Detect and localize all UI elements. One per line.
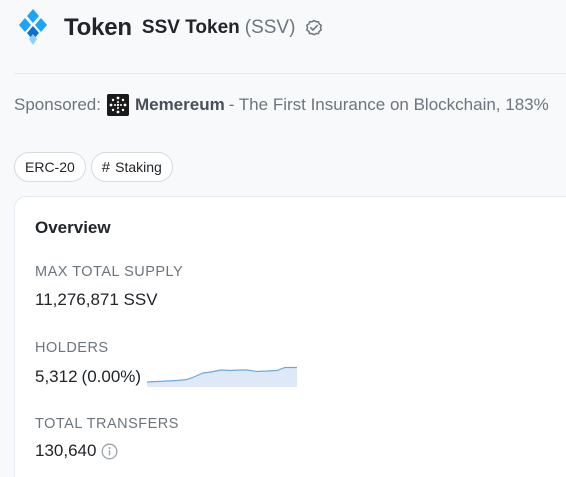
ssv-logo-icon [19,9,47,45]
transfers-label: TOTAL TRANSFERS [35,416,179,432]
holders-change: (0.00%) [81,367,142,386]
page-title: Token [64,14,132,41]
sponsored-label: Sponsored: [14,95,101,114]
verified-check-icon[interactable] [305,19,323,37]
tag-label: ERC-20 [25,159,75,175]
transfers-count: 130,640 [35,441,97,460]
max-supply-value: 11,276,871 SSV [35,290,158,310]
holders-count[interactable]: 5,312 [35,367,78,387]
header-divider [14,73,566,74]
hash-icon: # [101,158,111,176]
token-page: Token SSV Token (SSV) Sponsored: Memereu… [0,0,566,477]
sponsor-name-link[interactable]: Memereum [135,95,225,115]
token-symbol: (SSV) [244,17,296,38]
max-supply-amount: 11,276,871 SSV [35,290,158,309]
transfers-value: 130,640 [35,441,118,461]
token-name: SSV Token [141,17,240,38]
tag-label: Staking [115,159,162,175]
token-tags: ERC-20 # Staking [14,152,178,182]
overview-card: Overview MAX TOTAL SUPPLY 11,276,871 SSV… [14,196,566,477]
sponsor-logo-icon [106,94,129,116]
sponsor-description: - The First Insurance on Blockchain, 183… [228,95,549,114]
info-icon[interactable] [101,443,118,460]
holders-value: 5,312 (0.00%) [35,367,141,387]
tag-erc20[interactable]: ERC-20 [14,152,86,182]
sponsored-banner[interactable]: Sponsored: Memereum - The First Insuranc… [14,94,549,116]
holders-label: HOLDERS [35,340,109,356]
page-header: Token SSV Token (SSV) [18,8,323,48]
tag-staking[interactable]: # Staking [90,152,173,182]
max-supply-label: MAX TOTAL SUPPLY [35,264,184,280]
holders-sparkline [147,366,297,387]
overview-title: Overview [35,218,111,237]
